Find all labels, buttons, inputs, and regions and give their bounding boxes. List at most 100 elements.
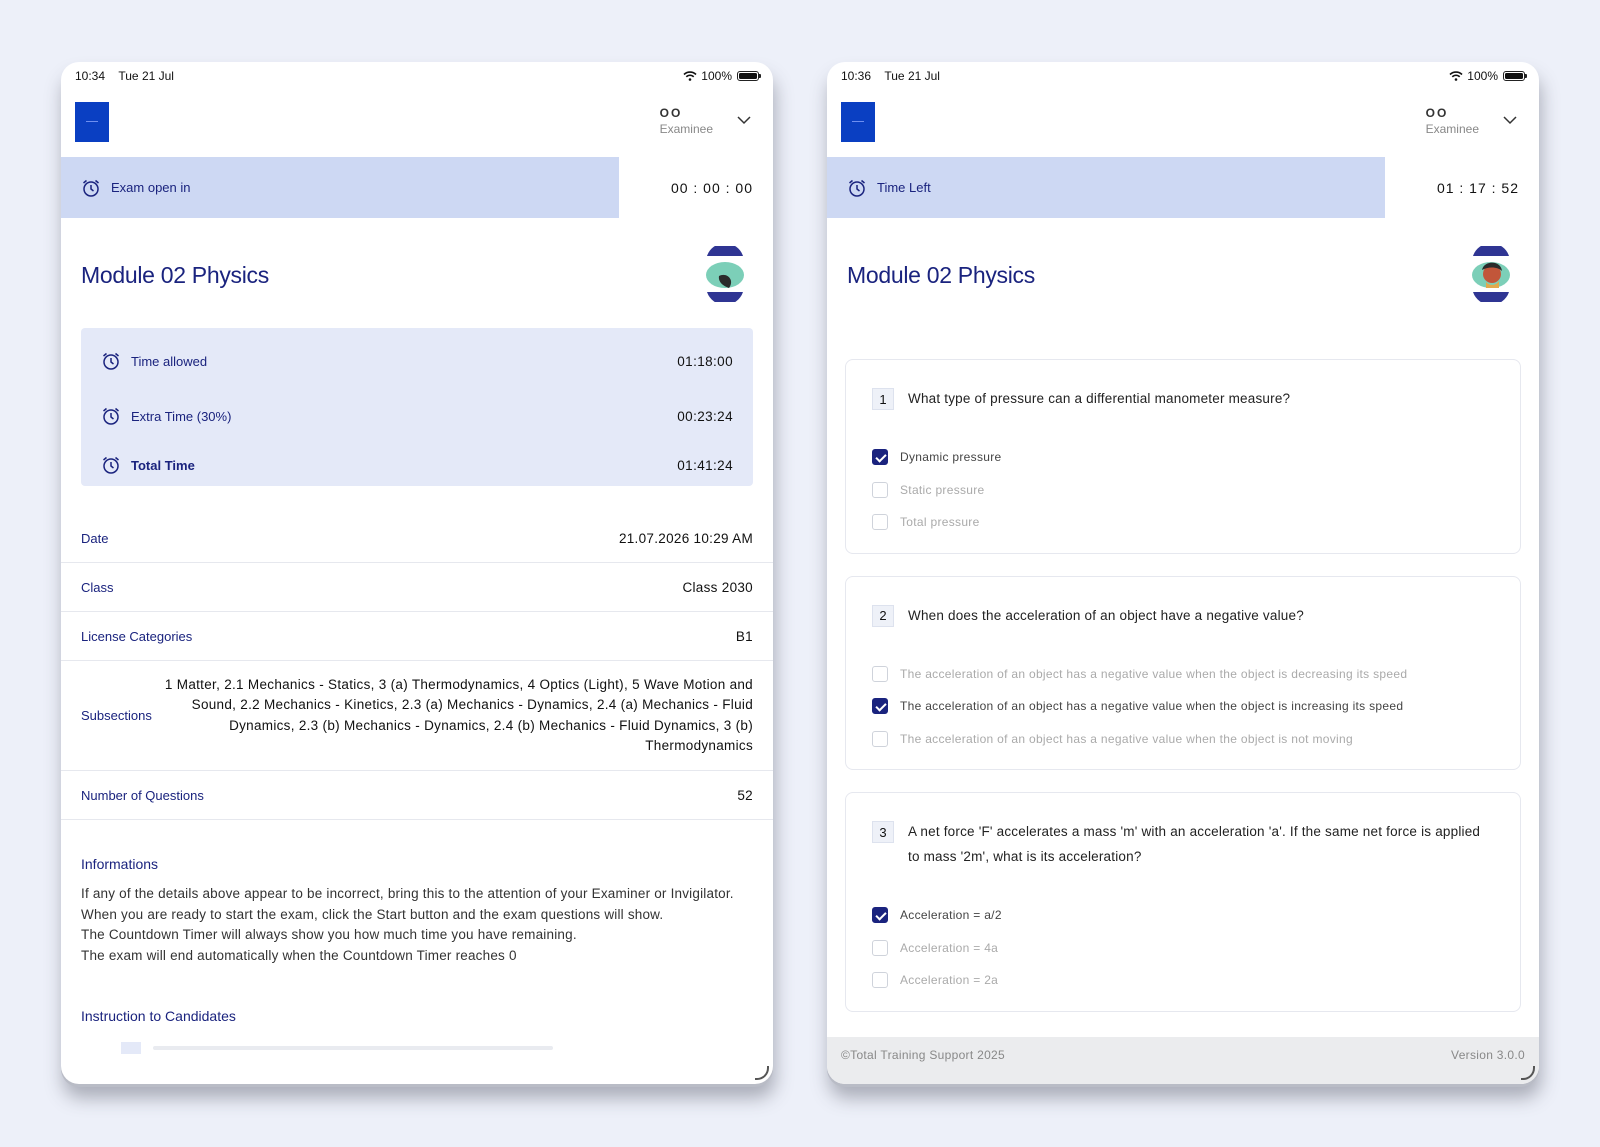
alarm-clock-icon xyxy=(103,352,119,370)
answer-text: Static pressure xyxy=(900,482,985,497)
time-allowed-row: Time allowed 01:18:00 xyxy=(101,336,733,386)
detail-value: 1 Matter, 2.1 Mechanics - Statics, 3 (a)… xyxy=(164,676,753,754)
app-logo xyxy=(841,102,875,142)
avatar[interactable] xyxy=(705,246,745,302)
answer-option[interactable]: Acceleration = a/2 xyxy=(872,899,1494,932)
user-initials: OO xyxy=(1425,106,1449,120)
countdown-value: 00 : 00 : 00 xyxy=(670,179,753,196)
alarm-clock-icon xyxy=(103,407,119,425)
answer-option[interactable]: Static pressure xyxy=(872,474,1494,507)
question-card: 1 What type of pressure can a differenti… xyxy=(845,359,1521,554)
answer-checkbox[interactable] xyxy=(872,939,888,956)
answer-option[interactable]: The acceleration of an object has a nega… xyxy=(872,690,1494,723)
wifi-icon xyxy=(1449,71,1463,81)
answer-text: Acceleration = 2a xyxy=(900,973,999,988)
exam-details: Date 21.07.2026 10:29 AM Class Class 203… xyxy=(61,514,773,820)
detail-label: Subsections xyxy=(81,708,152,723)
detail-value: 21.07.2026 10:29 AM xyxy=(618,530,753,546)
answer-option[interactable]: Acceleration = 2a xyxy=(872,964,1494,997)
answer-text: The acceleration of an object has a nega… xyxy=(900,666,1408,681)
extra-time-value: 00:23:24 xyxy=(677,408,733,424)
countdown-value: 01 : 17 : 52 xyxy=(1436,179,1519,196)
info-line: The exam will end automatically when the… xyxy=(81,947,517,963)
avatar[interactable] xyxy=(1471,246,1511,302)
app-logo xyxy=(75,102,109,142)
app-header: OO Examinee xyxy=(61,90,773,157)
detail-label: Number of Questions xyxy=(81,787,204,803)
battery-percent: 100% xyxy=(1467,69,1498,83)
status-bar: 10:36 Tue 21 Jul 100% xyxy=(827,62,1539,90)
battery-icon xyxy=(737,71,761,81)
user-menu[interactable]: OO Examinee xyxy=(1426,106,1479,136)
detail-value: Class 2030 xyxy=(682,579,753,595)
status-bar: 10:34 Tue 21 Jul 100% xyxy=(61,62,773,90)
answer-checkbox[interactable] xyxy=(872,730,888,747)
app-header: OO Examinee xyxy=(827,90,1539,157)
answer-option[interactable]: Dynamic pressure xyxy=(872,441,1494,474)
instructions-preview xyxy=(81,1038,753,1054)
alarm-clock-icon xyxy=(849,179,865,197)
question-text: When does the acceleration of an object … xyxy=(908,607,1304,623)
device-exam-overview: 10:34 Tue 21 Jul 100% OO Examinee Exam o… xyxy=(61,62,773,1084)
answer-text: Total pressure xyxy=(900,515,980,530)
detail-row-subsections: Subsections 1 Matter, 2.1 Mechanics - St… xyxy=(61,661,773,771)
question-text: What type of pressure can a differential… xyxy=(908,391,1291,406)
copyright-text: ©Total Training Support 2025 xyxy=(841,1047,1006,1062)
user-menu[interactable]: OO Examinee xyxy=(660,106,713,136)
chevron-down-icon[interactable] xyxy=(737,115,751,125)
answer-checkbox[interactable] xyxy=(872,481,888,498)
total-time-label: Total Time xyxy=(131,457,195,473)
answer-text: Dynamic pressure xyxy=(900,450,1002,465)
informations-heading: Informations xyxy=(81,856,159,872)
user-role: Examinee xyxy=(1425,122,1479,136)
battery-icon xyxy=(1503,71,1527,81)
answer-checkbox[interactable] xyxy=(872,449,888,466)
detail-label: License Categories xyxy=(81,628,193,644)
user-initials: OO xyxy=(659,106,683,120)
informations-section: Informations If any of the details above… xyxy=(61,820,773,966)
question-card: 2 When does the acceleration of an objec… xyxy=(845,575,1521,770)
detail-value: 52 xyxy=(737,787,753,803)
detail-row-class: Class Class 2030 xyxy=(61,563,773,612)
total-time-value: 01:41:24 xyxy=(677,457,733,473)
countdown-label: Exam open in xyxy=(111,180,191,195)
total-time-row: Total Time 01:41:24 xyxy=(101,446,733,484)
answer-option[interactable]: Acceleration = 4a xyxy=(872,932,1494,965)
answer-checkbox[interactable] xyxy=(872,514,888,531)
time-allowed-label: Time allowed xyxy=(131,353,208,369)
question-number: 1 xyxy=(872,388,894,410)
info-line: When you are ready to start the exam, cl… xyxy=(81,906,664,922)
page-title: Module 02 Physics xyxy=(847,262,1035,288)
app-footer: ©Total Training Support 2025 Version 3.0… xyxy=(827,1037,1539,1084)
chevron-down-icon[interactable] xyxy=(1503,115,1517,125)
wifi-icon xyxy=(683,71,697,81)
status-time: 10:34 xyxy=(75,69,106,83)
countdown-bar: Time Left 01 : 17 : 52 xyxy=(827,157,1539,218)
detail-row-license: License Categories B1 xyxy=(61,612,773,661)
answer-text: The acceleration of an object has a nega… xyxy=(900,731,1353,746)
page-title: Module 02 Physics xyxy=(81,262,269,288)
answer-text: Acceleration = 4a xyxy=(900,940,999,955)
answer-checkbox[interactable] xyxy=(872,907,888,924)
detail-label: Class xyxy=(81,579,114,595)
answer-checkbox[interactable] xyxy=(872,665,888,682)
answer-checkbox[interactable] xyxy=(872,698,888,715)
time-allowed-value: 01:18:00 xyxy=(677,353,733,369)
version-text: Version 3.0.0 xyxy=(1451,1047,1525,1062)
detail-row-date: Date 21.07.2026 10:29 AM xyxy=(61,514,773,563)
resize-corner xyxy=(755,1066,769,1080)
answer-option[interactable]: Total pressure xyxy=(872,506,1494,539)
answer-text: The acceleration of an object has a nega… xyxy=(900,699,1404,714)
status-date: Tue 21 Jul xyxy=(118,69,174,83)
question-list: 1 What type of pressure can a differenti… xyxy=(827,328,1539,1012)
alarm-clock-icon xyxy=(103,456,119,474)
answer-checkbox[interactable] xyxy=(872,972,888,989)
instructions-section: Instruction to Candidates xyxy=(61,966,773,1054)
answer-option[interactable]: The acceleration of an object has a nega… xyxy=(872,723,1494,756)
question-number: 2 xyxy=(872,604,894,627)
detail-value: B1 xyxy=(735,628,753,644)
answer-option[interactable]: The acceleration of an object has a nega… xyxy=(872,658,1494,691)
user-role: Examinee xyxy=(659,122,713,136)
extra-time-label: Extra Time (30%) xyxy=(131,408,232,424)
time-summary: Time allowed 01:18:00 Extra Time (30%) 0… xyxy=(81,328,753,486)
